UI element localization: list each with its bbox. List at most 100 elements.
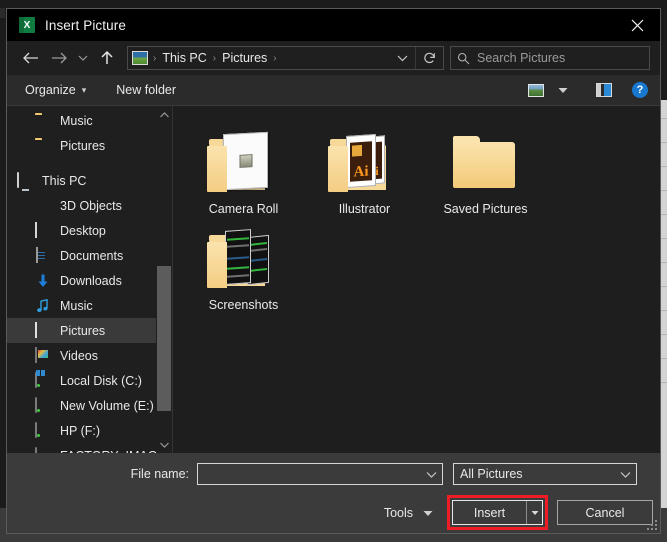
sidebar-item-label: Videos xyxy=(60,349,98,363)
downloads-icon xyxy=(35,273,52,289)
refresh-button[interactable] xyxy=(415,47,443,69)
file-tiles: Camera Roll i Ai Illustrator xyxy=(173,106,660,312)
sidebar-item-documents[interactable]: Documents xyxy=(7,243,172,268)
chevron-down-icon xyxy=(558,87,568,94)
videos-icon xyxy=(35,348,52,364)
search-input[interactable]: Search Pictures xyxy=(450,46,650,70)
file-list-view[interactable]: Camera Roll i Ai Illustrator xyxy=(173,106,660,453)
sidebar-item-label: Pictures xyxy=(60,324,105,338)
folder-icon xyxy=(35,138,52,154)
tools-button[interactable]: Tools xyxy=(376,502,441,524)
close-icon xyxy=(631,19,644,32)
insert-dropdown-button[interactable] xyxy=(526,501,542,524)
sidebar-item-label: Music xyxy=(60,299,93,313)
list-item[interactable]: i Ai Illustrator xyxy=(304,120,425,216)
sidebar-item-music[interactable]: Music xyxy=(7,293,172,318)
address-dropdown-button[interactable] xyxy=(389,47,415,69)
music-icon xyxy=(35,298,52,314)
sidebar-scrollbar-thumb[interactable] xyxy=(157,266,171,411)
sidebar-item-this-pc[interactable]: This PC xyxy=(7,168,172,193)
sidebar-item-hp-f[interactable]: HP (F:) xyxy=(7,418,172,443)
breadcrumb-pictures[interactable]: Pictures xyxy=(218,51,271,65)
dialog-footer: File name: All Pictures Tools xyxy=(7,453,660,533)
resize-grip-icon[interactable] xyxy=(646,519,657,530)
sidebar-item-label: Desktop xyxy=(60,224,106,238)
list-item-label: Screenshots xyxy=(209,298,278,312)
new-folder-button[interactable]: New folder xyxy=(110,80,182,100)
sidebar-item-videos[interactable]: Videos xyxy=(7,343,172,368)
view-layout-icon xyxy=(528,84,544,97)
chevron-down-icon[interactable] xyxy=(614,471,636,478)
forward-button[interactable] xyxy=(45,45,73,71)
up-button[interactable] xyxy=(93,45,121,71)
chevron-down-icon xyxy=(397,54,408,62)
sidebar-item-label: Documents xyxy=(60,249,123,263)
chevron-down-icon xyxy=(531,510,539,516)
sidebar-item-new-volume-e[interactable]: New Volume (E:) xyxy=(7,393,172,418)
breadcrumb-separator: › xyxy=(151,53,158,64)
documents-icon xyxy=(35,248,52,264)
help-button[interactable]: ? xyxy=(632,82,648,98)
list-item[interactable]: Screenshots xyxy=(183,216,304,312)
file-name-label: File name: xyxy=(7,467,197,481)
search-placeholder: Search Pictures xyxy=(477,51,565,65)
sidebar-item-3d-objects[interactable]: 3D Objects xyxy=(7,193,172,218)
list-item[interactable]: Saved Pictures xyxy=(425,120,546,216)
list-item-label: Camera Roll xyxy=(209,202,278,216)
sidebar-item-desktop[interactable]: Desktop xyxy=(7,218,172,243)
scroll-down-chevron-icon xyxy=(160,442,169,448)
sidebar-item-label: HP (F:) xyxy=(60,424,100,438)
command-bar: Organize ▾ New folder ? xyxy=(7,75,660,106)
scroll-down-button[interactable] xyxy=(156,436,172,453)
insert-button[interactable]: Insert xyxy=(453,501,526,524)
tools-label: Tools xyxy=(384,506,413,520)
scroll-up-chevron-icon xyxy=(160,112,169,118)
sidebar-scrollbar[interactable] xyxy=(156,106,172,453)
sidebar-item-pictures-quick[interactable]: Pictures xyxy=(7,133,172,158)
address-bar[interactable]: › This PC › Pictures › xyxy=(127,46,444,70)
list-item[interactable]: Camera Roll xyxy=(183,120,304,216)
sidebar-item-label: Pictures xyxy=(60,139,105,153)
3d-objects-icon xyxy=(35,198,52,214)
sidebar-item-downloads[interactable]: Downloads xyxy=(7,268,172,293)
scroll-up-button[interactable] xyxy=(156,106,172,123)
breadcrumb-separator: › xyxy=(211,53,218,64)
navigation-tree: Music Pictures This PC 3D Objects xyxy=(7,106,172,453)
breadcrumb-this-pc[interactable]: This PC xyxy=(158,51,210,65)
organize-button[interactable]: Organize ▾ xyxy=(19,80,92,100)
preview-pane-button[interactable] xyxy=(590,80,618,100)
insert-button-highlight: Insert xyxy=(447,495,548,530)
file-name-input[interactable] xyxy=(197,463,443,485)
view-options-button[interactable] xyxy=(522,81,574,100)
folder-icon xyxy=(35,113,52,129)
sidebar-item-local-disk-c[interactable]: Local Disk (C:) xyxy=(7,368,172,393)
search-icon xyxy=(457,52,470,65)
sidebar-item-pictures[interactable]: Pictures xyxy=(7,318,172,343)
close-button[interactable] xyxy=(614,9,660,41)
cancel-button[interactable]: Cancel xyxy=(557,500,653,525)
recent-locations-button[interactable] xyxy=(73,45,93,71)
this-pc-icon xyxy=(17,173,34,189)
sidebar-item-music-quick[interactable]: Music xyxy=(7,108,172,133)
system-drive-icon xyxy=(35,373,52,389)
drive-icon xyxy=(35,423,52,439)
breadcrumb-separator: › xyxy=(271,53,278,64)
sidebar-item-label: 3D Objects xyxy=(60,199,122,213)
file-type-filter-dropdown[interactable]: All Pictures xyxy=(453,463,637,485)
organize-label: Organize xyxy=(25,83,76,97)
insert-split-button[interactable]: Insert xyxy=(452,500,543,525)
folder-open-with-image-icon xyxy=(203,124,285,196)
list-item-label: Illustrator xyxy=(339,202,390,216)
sidebar-item-factory-image[interactable]: FACTORY_IMAGI xyxy=(7,443,172,453)
new-folder-label: New folder xyxy=(116,83,176,97)
navigation-bar: › This PC › Pictures › xyxy=(7,41,660,75)
back-button[interactable] xyxy=(17,45,45,71)
chevron-down-icon[interactable] xyxy=(420,471,442,478)
sidebar-item-label: Downloads xyxy=(60,274,122,288)
file-type-filter-value: All Pictures xyxy=(460,467,614,481)
dialog-title: Insert Picture xyxy=(45,18,126,33)
excel-icon xyxy=(19,17,35,33)
recent-locations-chevron-icon xyxy=(78,54,88,62)
action-buttons-row: Tools Insert Cancel xyxy=(376,495,653,530)
desktop-icon xyxy=(35,223,52,239)
